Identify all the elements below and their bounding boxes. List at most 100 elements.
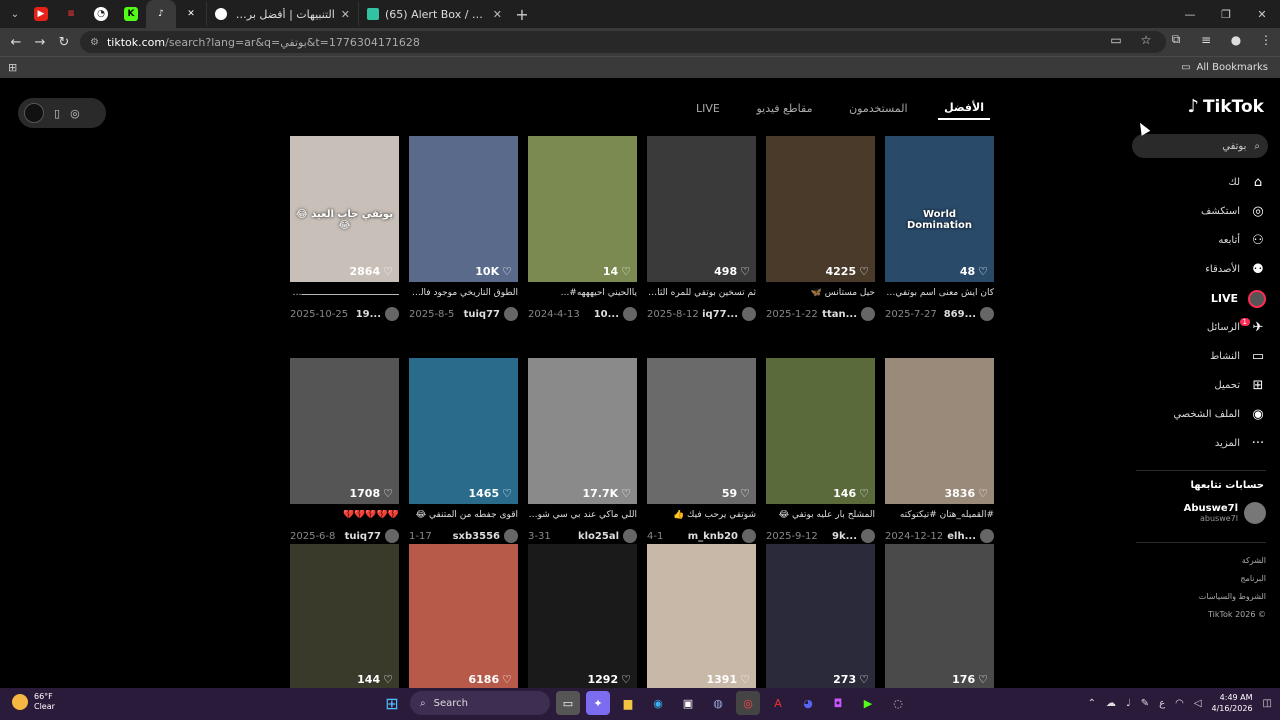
video-caption[interactable]: اللي ماكي عند بي سي شوتي... bbox=[528, 510, 637, 523]
store-icon[interactable]: ▣ bbox=[676, 691, 700, 715]
close-window-icon[interactable]: ✕ bbox=[1244, 8, 1280, 21]
video-author[interactable]: klo25al bbox=[578, 529, 637, 543]
video-thumbnail[interactable]: 6186 ♡ bbox=[409, 544, 518, 688]
language-indicator[interactable]: ع bbox=[1159, 698, 1165, 709]
footer-link-company[interactable]: الشركة bbox=[1199, 552, 1266, 570]
edge-icon[interactable]: ◉ bbox=[646, 691, 670, 715]
sidebar-item-0[interactable]: لك ⌂ bbox=[1156, 168, 1266, 197]
taskbar-search[interactable]: ⌕ Search bbox=[410, 691, 550, 715]
mic-icon[interactable]: ♩ bbox=[1126, 698, 1131, 709]
forward-icon[interactable]: → bbox=[28, 35, 52, 50]
cast-icon[interactable]: ▭ bbox=[1106, 33, 1126, 47]
video-thumbnail[interactable]: 1292 ♡ bbox=[528, 544, 637, 688]
address-bar[interactable]: ⚙ tiktok.com /search?lang=ar&q=بوتفي&t=1… bbox=[80, 31, 1166, 53]
bookmark-star-icon[interactable]: ☆ bbox=[1136, 33, 1156, 47]
video-caption[interactable]: كان ايش معنى اسم بوتفي ب... bbox=[885, 288, 994, 301]
video-thumbnail[interactable]: 4225 ♡ bbox=[766, 136, 875, 282]
obs-icon[interactable]: ◌ bbox=[886, 691, 910, 715]
video-card[interactable]: 6186 ♡ bbox=[409, 544, 518, 688]
pinned-tab-whatsapp[interactable]: ◔ bbox=[86, 2, 116, 26]
video-thumbnail[interactable]: 176 ♡ bbox=[885, 544, 994, 688]
video-card[interactable]: 3836 ♡ #القميله_هتان #تيكتوكته 2024-12-1… bbox=[885, 358, 994, 543]
back-icon[interactable]: ← bbox=[4, 35, 28, 50]
reload-icon[interactable]: ↻ bbox=[52, 35, 76, 50]
extension-widget[interactable]: ▯ ◎ bbox=[18, 98, 106, 128]
instagram-icon[interactable]: ◘ bbox=[826, 691, 850, 715]
tab-users[interactable]: المستخدمون bbox=[843, 98, 913, 119]
start-icon[interactable]: ⊞ bbox=[380, 691, 404, 715]
menu-icon[interactable]: ⋮ bbox=[1256, 33, 1276, 47]
video-author[interactable]: iq77... bbox=[702, 307, 756, 321]
wifi-icon[interactable]: ◠ bbox=[1175, 698, 1184, 709]
video-author[interactable]: tuiq77 bbox=[345, 529, 399, 543]
video-thumbnail[interactable]: 14 ♡ bbox=[528, 136, 637, 282]
video-thumbnail[interactable]: 17.7K ♡ bbox=[528, 358, 637, 504]
video-card[interactable]: بوتفي جاب العيد 😂😂 2864 ♡ ــــــــــــــ… bbox=[290, 136, 399, 321]
sidebar-item-6[interactable]: النشاط ▭ bbox=[1156, 342, 1266, 371]
video-card[interactable]: 1465 ♡ اقوى جفطه من المتنفي 😂 1-17 sxb35… bbox=[409, 358, 518, 543]
site-info-icon[interactable]: ⚙ bbox=[90, 37, 99, 48]
footer-link-terms[interactable]: الشروط والسياسات bbox=[1199, 588, 1266, 606]
video-author[interactable]: tuiq77 bbox=[464, 307, 518, 321]
video-caption[interactable]: الطوق التاريخي موجود فالقنا... bbox=[409, 288, 518, 301]
discord-icon[interactable]: ◕ bbox=[796, 691, 820, 715]
clock[interactable]: 4:49 AM 4/16/2026 bbox=[1212, 692, 1253, 714]
video-card[interactable]: 146 ♡ المشلح بار عليه بوتفي 😂 2025-9-12 … bbox=[766, 358, 875, 543]
close-tab-icon[interactable]: ✕ bbox=[493, 8, 502, 21]
video-author[interactable]: m_knb20 bbox=[688, 529, 756, 543]
tab-videos[interactable]: مقاطع فيديو bbox=[750, 98, 818, 119]
profile-avatar[interactable]: ● bbox=[1226, 33, 1246, 47]
kick-play-icon[interactable]: ▶ bbox=[856, 691, 880, 715]
video-caption[interactable]: شوتفي يرحب فيك 👍 bbox=[647, 510, 756, 523]
video-author[interactable]: 19... bbox=[356, 307, 399, 321]
video-author[interactable]: 869... bbox=[944, 307, 994, 321]
task-view-icon[interactable]: ▭ bbox=[556, 691, 580, 715]
video-card[interactable]: 17.7K ♡ اللي ماكي عند بي سي شوتي... 3-31… bbox=[528, 358, 637, 543]
video-card[interactable]: World Domination 48 ♡ كان ايش معنى اسم ب… bbox=[885, 136, 994, 321]
tab-live[interactable]: LIVE bbox=[690, 98, 726, 119]
video-caption[interactable]: حيل مستانس 🦋 bbox=[766, 288, 875, 301]
video-card[interactable]: 59 ♡ شوتفي يرحب فيك 👍 4-1 m_knb20 bbox=[647, 358, 756, 543]
video-card[interactable]: 14 ♡ ياالحيني احيهههه#... 2024-4-13 10..… bbox=[528, 136, 637, 321]
sidebar-item-5[interactable]: الرسائل ✈ bbox=[1156, 313, 1266, 342]
steam-icon[interactable]: ◍ bbox=[706, 691, 730, 715]
video-card[interactable]: 498 ♡ ثم تسخين بوتفي للمره الثانيه ... 2… bbox=[647, 136, 756, 321]
pinned-tab-tiktok[interactable]: ♪ bbox=[146, 0, 176, 28]
minimize-icon[interactable]: — bbox=[1172, 8, 1208, 21]
video-caption[interactable]: اقوى جفطه من المتنفي 😂 bbox=[409, 510, 518, 523]
sidebar-item-1[interactable]: استكشف ◎ bbox=[1156, 197, 1266, 226]
video-thumbnail[interactable]: 273 ♡ bbox=[766, 544, 875, 688]
sidebar-item-2[interactable]: أتابعه ⚇ bbox=[1156, 226, 1266, 255]
video-caption[interactable]: 💔💔💔💔💔 bbox=[290, 510, 399, 523]
weather-widget[interactable]: 66°F Clear bbox=[12, 692, 55, 712]
extensions-icon[interactable]: ⧉ bbox=[1166, 32, 1186, 47]
copilot-icon[interactable]: ✦ bbox=[586, 691, 610, 715]
pinned-tab-x[interactable]: ✕ bbox=[176, 2, 206, 26]
sidebar-item-9[interactable]: المزيد ··· bbox=[1156, 429, 1266, 458]
phone-icon[interactable]: ▯ bbox=[54, 107, 60, 120]
video-thumbnail[interactable]: World Domination 48 ♡ bbox=[885, 136, 994, 282]
video-author[interactable]: 10... bbox=[594, 307, 637, 321]
video-author[interactable]: ttan... bbox=[822, 307, 875, 321]
cloud-icon[interactable]: ☁ bbox=[1106, 698, 1116, 709]
pinned-tab-2[interactable]: ≡ bbox=[56, 2, 86, 26]
notification-icon[interactable]: ◫ bbox=[1263, 698, 1272, 709]
video-thumbnail[interactable]: 498 ♡ bbox=[647, 136, 756, 282]
sidebar-item-4[interactable]: LIVE bbox=[1156, 284, 1266, 313]
video-card[interactable]: 273 ♡ bbox=[766, 544, 875, 688]
sidebar-item-8[interactable]: الملف الشخصي ◉ bbox=[1156, 400, 1266, 429]
sidebar-search-input[interactable]: بوتفي ⌕ bbox=[1132, 134, 1268, 158]
tab-streamlabs[interactable]: (65) Alert Box / Streamlabs ✕ bbox=[358, 2, 510, 26]
video-thumbnail[interactable]: 1391 ♡ bbox=[647, 544, 756, 688]
video-caption[interactable]: ياالحيني احيهههه#... bbox=[528, 288, 637, 301]
sidebar-item-7[interactable]: تحميل ⊞ bbox=[1156, 371, 1266, 400]
close-tab-icon[interactable]: ✕ bbox=[341, 8, 350, 21]
volume-icon[interactable]: ◁ bbox=[1194, 698, 1202, 709]
maximize-icon[interactable]: ❐ bbox=[1208, 8, 1244, 21]
video-author[interactable]: elh... bbox=[947, 529, 994, 543]
video-author[interactable]: 9k... bbox=[832, 529, 875, 543]
video-caption[interactable]: #القميله_هتان #تيكتوكته bbox=[885, 510, 994, 523]
video-thumbnail[interactable]: 146 ♡ bbox=[766, 358, 875, 504]
video-thumbnail[interactable]: بوتفي جاب العيد 😂😂 2864 ♡ bbox=[290, 136, 399, 282]
video-thumbnail[interactable]: 59 ♡ bbox=[647, 358, 756, 504]
